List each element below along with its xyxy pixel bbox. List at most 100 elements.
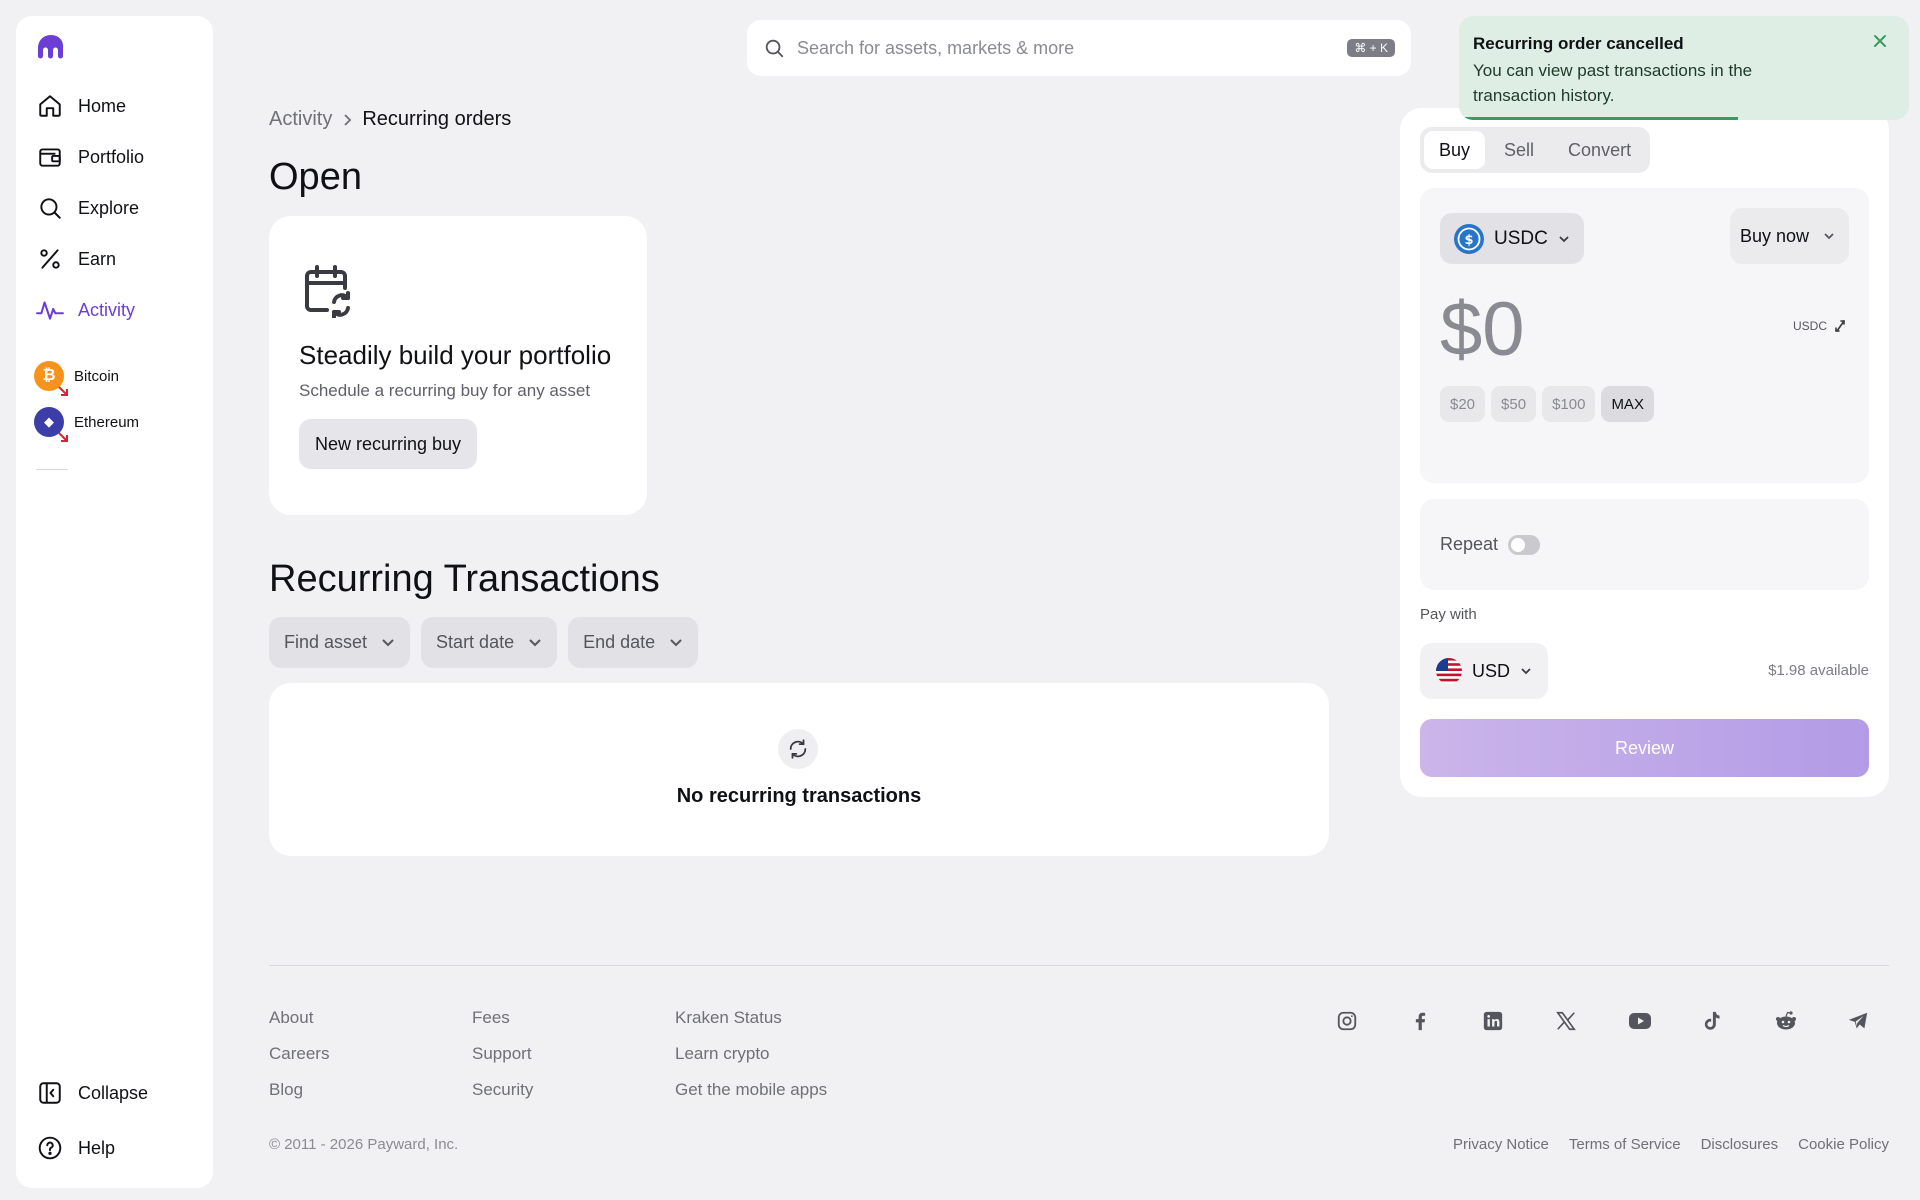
review-button[interactable]: Review	[1420, 719, 1869, 777]
usdc-icon: $	[1454, 223, 1484, 254]
preset-100-button[interactable]: $100	[1542, 386, 1596, 422]
favorite-label: Ethereum	[74, 413, 140, 431]
find-asset-dropdown[interactable]: Find asset	[269, 617, 411, 668]
filter-label: Start date	[436, 632, 515, 652]
help-button[interactable]: Help	[36, 1128, 115, 1168]
recurring-buy-promo-card: Steadily build your portfolio Schedule a…	[269, 216, 647, 515]
amount-presets: $20 $50 $100 MAX	[1440, 386, 1654, 422]
sidebar-item-portfolio[interactable]: Portfolio	[36, 137, 144, 177]
footer-link-support[interactable]: Support	[472, 1044, 533, 1065]
sidebar-item-earn[interactable]: Earn	[36, 239, 116, 279]
search-placeholder: Search for assets, markets & more	[797, 37, 1075, 58]
asset-label: USDC	[1494, 227, 1548, 249]
footer-column-help: Fees Support Security	[472, 1008, 533, 1101]
wallet-icon	[36, 143, 64, 171]
unit-label: USDC	[1792, 319, 1827, 333]
order-type-label: Buy now	[1739, 225, 1809, 246]
footer-link-mobile-apps[interactable]: Get the mobile apps	[675, 1080, 827, 1101]
telegram-icon[interactable]	[1847, 1010, 1869, 1032]
tab-buy[interactable]: Buy	[1424, 131, 1486, 169]
empty-state-text: No recurring transactions	[676, 785, 922, 807]
footer-link-kraken-status[interactable]: Kraken Status	[675, 1008, 827, 1029]
sidebar: Home Portfolio Explore Earn Activity ₿ B…	[16, 16, 213, 1188]
youtube-icon[interactable]	[1628, 1010, 1651, 1032]
breadcrumb-activity-link[interactable]: Activity	[269, 108, 332, 131]
sidebar-item-label: Earn	[78, 248, 117, 269]
chevron-down-icon	[669, 638, 683, 647]
footer-link-careers[interactable]: Careers	[269, 1044, 329, 1065]
facebook-icon[interactable]	[1409, 1010, 1431, 1032]
available-balance: $1.98 available	[1768, 662, 1869, 679]
collapse-button[interactable]: Collapse	[36, 1073, 148, 1113]
help-label: Help	[78, 1137, 116, 1158]
order-type-dropdown[interactable]: Buy now	[1729, 208, 1849, 264]
footer-link-cookie-policy[interactable]: Cookie Policy	[1798, 1136, 1889, 1153]
x-icon[interactable]	[1555, 1010, 1577, 1032]
us-flag-icon	[1436, 658, 1462, 684]
trade-panel: Buy Sell Convert $ USDC Buy now $0 USDC …	[1400, 108, 1889, 797]
pay-currency-label: USD	[1472, 660, 1511, 681]
open-heading: Open	[269, 156, 362, 198]
footer-link-blog[interactable]: Blog	[269, 1080, 329, 1101]
repeat-toggle[interactable]	[1508, 534, 1541, 555]
footer-link-privacy-notice[interactable]: Privacy Notice	[1453, 1136, 1549, 1153]
sidebar-item-activity[interactable]: Activity	[36, 290, 135, 330]
linkedin-icon[interactable]	[1482, 1010, 1504, 1032]
search-icon	[763, 37, 785, 59]
collapse-label: Collapse	[78, 1082, 149, 1103]
start-date-dropdown[interactable]: Start date	[421, 617, 558, 668]
amount-box: $ USDC Buy now $0 USDC $20 $50 $100 MAX	[1420, 188, 1869, 483]
reddit-icon[interactable]	[1774, 1010, 1796, 1032]
trade-tabs: Buy Sell Convert	[1420, 127, 1651, 173]
transaction-filters: Find asset Start date End date	[269, 617, 699, 668]
search-input[interactable]: Search for assets, markets & more ⌘ + K	[747, 20, 1411, 76]
filter-label: Find asset	[284, 632, 368, 652]
filter-label: End date	[583, 632, 656, 652]
toast-title: Recurring order cancelled	[1473, 34, 1684, 53]
tab-convert[interactable]: Convert	[1553, 131, 1646, 169]
preset-max-button[interactable]: MAX	[1601, 386, 1654, 422]
end-date-dropdown[interactable]: End date	[568, 617, 699, 668]
footer-link-terms-of-service[interactable]: Terms of Service	[1569, 1136, 1681, 1153]
chevron-right-icon	[342, 113, 352, 127]
recurring-transactions-empty-state: No recurring transactions	[269, 683, 1329, 856]
amount-input[interactable]: $0	[1440, 286, 1525, 373]
footer-column-company: About Careers Blog	[269, 1008, 329, 1101]
asset-selector[interactable]: $ USDC	[1440, 213, 1584, 264]
tiktok-icon[interactable]	[1701, 1010, 1723, 1032]
search-icon	[36, 194, 64, 222]
kraken-logo-icon[interactable]	[36, 34, 66, 60]
recurring-transactions-heading: Recurring Transactions	[269, 558, 660, 600]
footer-link-fees[interactable]: Fees	[472, 1008, 533, 1029]
down-arrow-icon	[58, 432, 68, 442]
preset-20-button[interactable]: $20	[1440, 386, 1486, 422]
sidebar-item-home[interactable]: Home	[36, 86, 126, 126]
legal-links: Privacy Notice Terms of Service Disclosu…	[1453, 1136, 1889, 1153]
promo-title: Steadily build your portfolio	[299, 340, 612, 370]
sidebar-item-explore[interactable]: Explore	[36, 188, 139, 228]
favorite-ethereum[interactable]: ◆ Ethereum	[34, 407, 140, 442]
search-shortcut-badge: ⌘ + K	[1347, 39, 1395, 57]
toast-progress-bar	[1459, 117, 1738, 120]
close-icon[interactable]	[1873, 34, 1887, 48]
tab-sell[interactable]: Sell	[1489, 131, 1549, 169]
pay-currency-selector[interactable]: USD	[1420, 643, 1549, 699]
sidebar-item-label: Portfolio	[78, 146, 145, 167]
sidebar-divider	[36, 469, 68, 470]
collapse-sidebar-icon	[36, 1079, 64, 1107]
footer-link-learn-crypto[interactable]: Learn crypto	[675, 1044, 827, 1065]
favorite-bitcoin[interactable]: ₿ Bitcoin	[34, 361, 119, 396]
footer-link-disclosures[interactable]: Disclosures	[1701, 1136, 1779, 1153]
footer-divider	[269, 965, 1889, 966]
preset-50-button[interactable]: $50	[1491, 386, 1537, 422]
instagram-icon[interactable]	[1336, 1010, 1358, 1032]
footer-link-security[interactable]: Security	[472, 1080, 533, 1101]
chevron-down-icon	[1520, 667, 1532, 675]
promo-subtitle: Schedule a recurring buy for any asset	[299, 381, 591, 400]
footer-link-about[interactable]: About	[269, 1008, 329, 1029]
unit-switch-button[interactable]: USDC	[1793, 318, 1847, 334]
repeat-row: Repeat	[1420, 499, 1869, 590]
breadcrumb-current: Recurring orders	[362, 108, 512, 130]
new-recurring-buy-button[interactable]: New recurring buy	[299, 419, 478, 469]
copyright-text: © 2011 - 2026 Payward, Inc.	[269, 1136, 459, 1153]
